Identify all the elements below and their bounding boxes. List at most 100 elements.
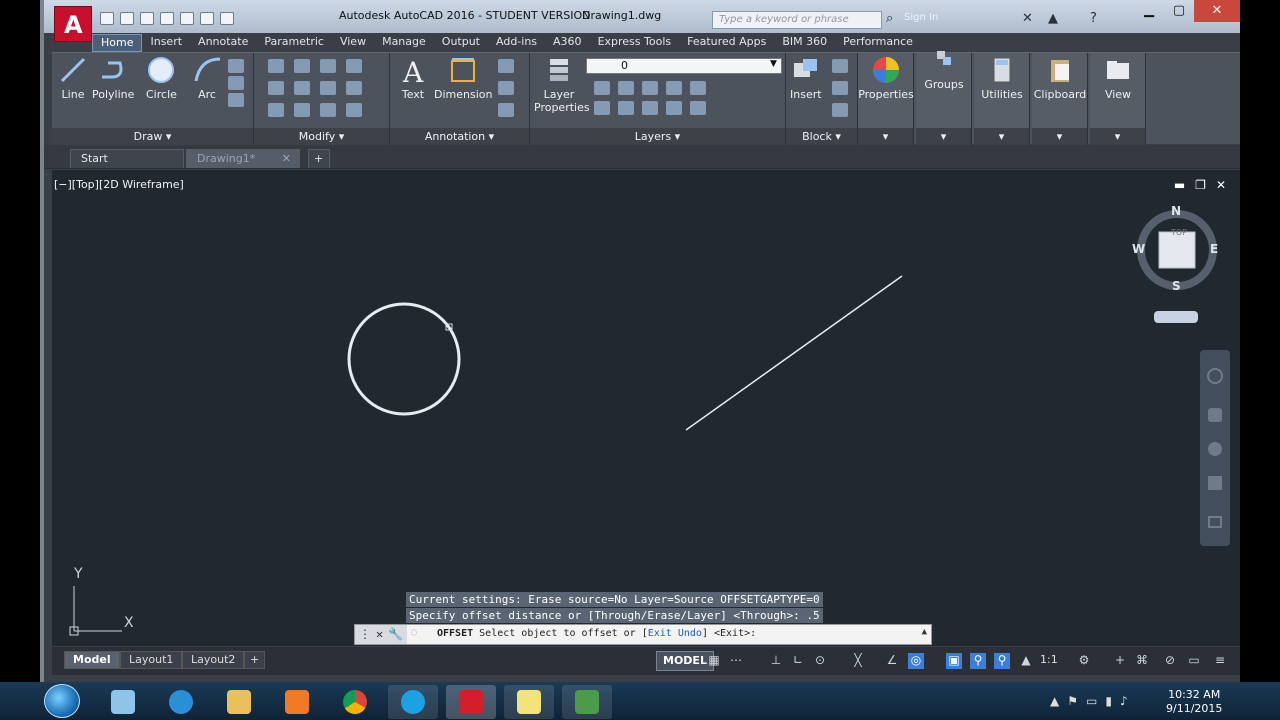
leader-icon[interactable] <box>498 59 514 73</box>
drawing-tab[interactable]: Drawing1* ✕ <box>186 149 300 168</box>
internet-explorer-icon[interactable] <box>156 685 206 719</box>
steering-wheel-icon[interactable] <box>1207 368 1223 384</box>
model-tab[interactable]: Model <box>64 651 120 669</box>
block-attribute-icon[interactable] <box>832 103 848 117</box>
polyline-tool[interactable]: Polyline <box>92 55 134 101</box>
create-block-icon[interactable] <box>832 59 848 73</box>
volume-icon[interactable]: ♪ <box>1120 694 1128 708</box>
tab-manage[interactable]: Manage <box>374 34 434 52</box>
tab-featured-apps[interactable]: Featured Apps <box>679 34 774 52</box>
snap-icon[interactable]: ⋯ <box>728 653 744 669</box>
open-icon[interactable] <box>120 12 134 25</box>
layout1-tab[interactable]: Layout1 <box>120 651 183 669</box>
insert-block-tool[interactable]: Insert <box>790 55 822 101</box>
clipboard-panel[interactable]: Clipboard ▾ <box>1032 53 1088 145</box>
properties-tool[interactable]: Properties <box>858 55 914 101</box>
arc-tool[interactable]: Arc <box>192 55 222 101</box>
show-hidden-icons-icon[interactable]: ▲ <box>1050 694 1059 708</box>
tab-output[interactable]: Output <box>434 34 488 52</box>
viewcube-north[interactable]: N <box>1171 204 1181 218</box>
tab-add-ins[interactable]: Add-ins <box>488 34 545 52</box>
exchange-icon[interactable]: ✕ <box>1022 11 1033 26</box>
layer-thaw-icon[interactable] <box>642 101 658 115</box>
undo-icon[interactable] <box>200 12 214 25</box>
chrome-icon[interactable] <box>330 685 380 719</box>
edit-block-icon[interactable] <box>832 81 848 95</box>
viewcube-south[interactable]: S <box>1172 279 1181 293</box>
layer-match-icon[interactable] <box>690 81 706 95</box>
exit-option[interactable]: Exit <box>648 628 672 639</box>
chevron-down-icon[interactable]: ▼ <box>770 59 777 69</box>
move-icon[interactable] <box>268 59 284 73</box>
modify-panel-title[interactable]: Modify ▾ <box>254 128 389 145</box>
clipboard-panel-expander[interactable]: ▾ <box>1032 128 1087 145</box>
layer-on-icon[interactable] <box>594 101 610 115</box>
tab-home[interactable]: Home <box>92 34 143 52</box>
new-tab-button[interactable]: + <box>308 149 330 168</box>
print-icon[interactable] <box>180 12 194 25</box>
groups-panel[interactable]: Groups ▾ <box>916 51 972 145</box>
tab-view[interactable]: View <box>332 34 374 52</box>
annotate-icon[interactable]: ▲ <box>1018 653 1034 669</box>
stretch-icon[interactable] <box>268 103 284 117</box>
grip-icon[interactable]: ⋮ <box>359 627 371 642</box>
markup-icon[interactable] <box>498 103 514 117</box>
annotation-panel-title[interactable]: Annotation ▾ <box>390 128 529 145</box>
start-tab[interactable]: Start <box>70 149 184 168</box>
infer-constraints-icon[interactable]: ⊥ <box>768 653 784 669</box>
rotate-icon[interactable] <box>294 59 310 73</box>
scale-icon[interactable] <box>294 103 310 117</box>
explode-icon[interactable] <box>346 81 362 95</box>
workspace-gear-icon[interactable]: ⚙ <box>1076 653 1092 669</box>
tab-bim-360[interactable]: BIM 360 <box>774 34 835 52</box>
layout2-tab[interactable]: Layout2 <box>182 651 245 669</box>
isodraft-icon[interactable]: ╳ <box>850 653 866 669</box>
orbit-icon[interactable] <box>1208 476 1222 490</box>
line-tool[interactable]: Line <box>58 55 88 101</box>
viewcube-top-face[interactable]: TOP <box>1171 228 1187 237</box>
media-player-icon[interactable] <box>272 685 322 719</box>
command-history-toggle-icon[interactable]: ▲ <box>922 627 927 637</box>
fillet-icon[interactable] <box>320 81 336 95</box>
tab-performance[interactable]: Performance <box>835 34 921 52</box>
dimension-tool[interactable]: Dimension <box>434 55 492 101</box>
groups-tool[interactable]: Groups <box>916 45 972 91</box>
layer-unisolate-icon[interactable] <box>618 101 634 115</box>
autocad-logo-icon[interactable]: A <box>54 6 92 42</box>
tab-annotate[interactable]: Annotate <box>190 34 256 52</box>
trim-icon[interactable] <box>320 59 336 73</box>
properties-panel[interactable]: Properties ▾ <box>858 53 914 145</box>
device-icon[interactable]: ▭ <box>1086 694 1097 708</box>
hardware-acceleration-icon[interactable]: ⊘ <box>1162 653 1178 669</box>
sign-in-button[interactable]: Sign In <box>904 12 938 23</box>
close-tab-icon[interactable]: ✕ <box>282 152 291 165</box>
recorder-app-icon[interactable] <box>562 685 612 719</box>
start-button-icon[interactable] <box>44 684 80 718</box>
clipboard-tool[interactable]: Clipboard <box>1032 55 1088 101</box>
clean-screen-icon[interactable]: ▭ <box>1186 653 1202 669</box>
plus-icon[interactable]: + <box>1112 653 1128 669</box>
layer-unlock-icon[interactable] <box>666 101 682 115</box>
drawn-circle[interactable] <box>347 302 461 416</box>
tab-express-tools[interactable]: Express Tools <box>590 34 680 52</box>
mirror-icon[interactable] <box>294 81 310 95</box>
autocad-taskbar-icon[interactable] <box>446 685 496 719</box>
skype-icon[interactable] <box>388 685 438 719</box>
region-icon[interactable] <box>228 93 244 107</box>
command-line[interactable]: ⋮ ✕ 🔧 ◌ OFFSET Select object to offset o… <box>354 624 932 645</box>
viewcube-east[interactable]: E <box>1210 242 1218 256</box>
utilities-panel[interactable]: Utilities ▾ <box>974 53 1030 145</box>
save-as-icon[interactable] <box>160 12 174 25</box>
text-tool[interactable]: A Text <box>398 55 428 101</box>
new-layout-button[interactable]: + <box>244 651 266 669</box>
wrench-icon[interactable]: 🔧 <box>388 627 403 642</box>
array-icon[interactable] <box>320 103 336 117</box>
tab-parametric[interactable]: Parametric <box>256 34 332 52</box>
layer-lock-icon[interactable] <box>666 81 682 95</box>
layer-isolate-icon[interactable] <box>618 81 634 95</box>
annotation-visibility-icon[interactable]: ⚲ <box>970 653 986 669</box>
a360-icon[interactable]: ▲ <box>1048 11 1058 26</box>
wcs-menu-button[interactable] <box>1154 311 1198 323</box>
offset-icon[interactable] <box>346 103 362 117</box>
block-panel-title[interactable]: Block ▾ <box>786 128 857 145</box>
